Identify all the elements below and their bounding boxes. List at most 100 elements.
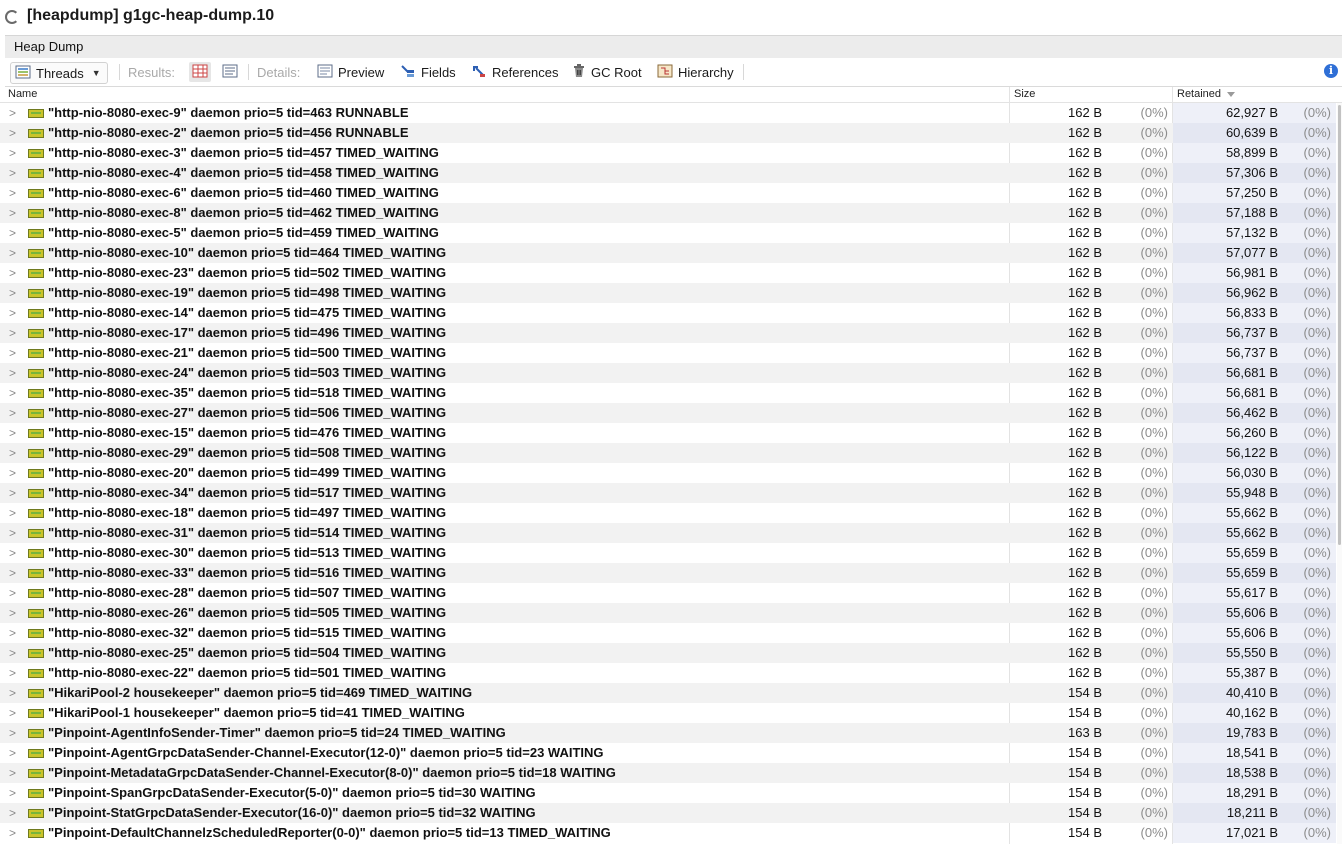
table-row[interactable]: > "http-nio-8080-exec-32" daemon prio=5 t… [0, 623, 1336, 643]
chevron-right-icon[interactable]: > [9, 163, 16, 183]
chevron-right-icon[interactable]: > [9, 563, 16, 583]
chevron-right-icon[interactable]: > [9, 823, 16, 843]
chevron-right-icon[interactable]: > [9, 403, 16, 423]
chevron-right-icon[interactable]: > [9, 483, 16, 503]
table-row[interactable]: > "http-nio-8080-exec-27" daemon prio=5 t… [0, 403, 1336, 423]
table-row[interactable]: > "http-nio-8080-exec-18" daemon prio=5 t… [0, 503, 1336, 523]
retained-percent: (0%) [1303, 225, 1331, 240]
fields-icon [400, 64, 416, 81]
chevron-right-icon[interactable]: > [9, 683, 16, 703]
chevron-right-icon[interactable]: > [9, 243, 16, 263]
table-row[interactable]: > "http-nio-8080-exec-26" daemon prio=5 t… [0, 603, 1336, 623]
table-row[interactable]: > "http-nio-8080-exec-15" daemon prio=5 t… [0, 423, 1336, 443]
chevron-right-icon[interactable]: > [9, 663, 16, 683]
table-row[interactable]: > "http-nio-8080-exec-29" daemon prio=5 t… [0, 443, 1336, 463]
gc-root-button[interactable]: GC Root [572, 62, 642, 82]
table-row[interactable]: > "http-nio-8080-exec-25" daemon prio=5 t… [0, 643, 1336, 663]
thread-icon [28, 409, 44, 418]
table-row[interactable]: > "Pinpoint-DefaultChannelzScheduledRepor… [0, 823, 1336, 843]
chevron-right-icon[interactable]: > [9, 383, 16, 403]
retained-percent: (0%) [1303, 565, 1331, 580]
column-header-size[interactable]: Size [1014, 88, 1035, 100]
chevron-right-icon[interactable]: > [9, 263, 16, 283]
table-row[interactable]: > "HikariPool-1 housekeeper" daemon prio=… [0, 703, 1336, 723]
chevron-right-icon[interactable]: > [9, 643, 16, 663]
chevron-right-icon[interactable]: > [9, 223, 16, 243]
chevron-right-icon[interactable]: > [9, 343, 16, 363]
scrollbar-thumb[interactable] [1338, 105, 1341, 545]
chevron-right-icon[interactable]: > [9, 143, 16, 163]
tab-heap-dump[interactable]: Heap Dump [14, 39, 83, 54]
retained-percent: (0%) [1303, 745, 1331, 760]
table-row[interactable]: > "HikariPool-2 housekeeper" daemon prio=… [0, 683, 1336, 703]
size-value: 162 B [1068, 305, 1102, 320]
chevron-right-icon[interactable]: > [9, 623, 16, 643]
results-list-view-button[interactable] [219, 62, 241, 82]
table-row[interactable]: > "http-nio-8080-exec-19" daemon prio=5 t… [0, 283, 1336, 303]
table-row[interactable]: > "Pinpoint-AgentInfoSender-Timer" daemon… [0, 723, 1336, 743]
preview-button[interactable]: Preview [317, 62, 384, 82]
chevron-right-icon[interactable]: > [9, 703, 16, 723]
table-row[interactable]: > "http-nio-8080-exec-10" daemon prio=5 t… [0, 243, 1336, 263]
table-row[interactable]: > "http-nio-8080-exec-2" daemon prio=5 ti… [0, 123, 1336, 143]
chevron-right-icon[interactable]: > [9, 503, 16, 523]
chevron-right-icon[interactable]: > [9, 303, 16, 323]
table-row[interactable]: > "http-nio-8080-exec-21" daemon prio=5 t… [0, 343, 1336, 363]
table-row[interactable]: > "http-nio-8080-exec-24" daemon prio=5 t… [0, 363, 1336, 383]
chevron-right-icon[interactable]: > [9, 103, 16, 123]
table-row[interactable]: > "http-nio-8080-exec-8" daemon prio=5 ti… [0, 203, 1336, 223]
fields-button[interactable]: Fields [400, 62, 456, 82]
info-icon[interactable]: i [1324, 64, 1338, 78]
vertical-scrollbar[interactable] [1337, 103, 1342, 844]
table-row[interactable]: > "Pinpoint-StatGrpcDataSender-Executor(1… [0, 803, 1336, 823]
table-row[interactable]: > "http-nio-8080-exec-5" daemon prio=5 ti… [0, 223, 1336, 243]
chevron-right-icon[interactable]: > [9, 423, 16, 443]
chevron-right-icon[interactable]: > [9, 743, 16, 763]
chevron-right-icon[interactable]: > [9, 123, 16, 143]
table-row[interactable]: > "http-nio-8080-exec-6" daemon prio=5 ti… [0, 183, 1336, 203]
references-button[interactable]: References [471, 62, 558, 82]
size-value: 154 B [1068, 805, 1102, 820]
table-row[interactable]: > "http-nio-8080-exec-14" daemon prio=5 t… [0, 303, 1336, 323]
size-percent: (0%) [1140, 105, 1168, 120]
retained-value: 55,387 B [1225, 665, 1278, 680]
chevron-right-icon[interactable]: > [9, 463, 16, 483]
chevron-right-icon[interactable]: > [9, 283, 16, 303]
table-row[interactable]: > "Pinpoint-AgentGrpcDataSender-Channel-E… [0, 743, 1336, 763]
chevron-right-icon[interactable]: > [9, 723, 16, 743]
hierarchy-button[interactable]: Hierarchy [657, 62, 734, 82]
table-row[interactable]: > "http-nio-8080-exec-3" daemon prio=5 ti… [0, 143, 1336, 163]
chevron-right-icon[interactable]: > [9, 783, 16, 803]
chevron-right-icon[interactable]: > [9, 603, 16, 623]
table-row[interactable]: > "http-nio-8080-exec-30" daemon prio=5 t… [0, 543, 1336, 563]
chevron-right-icon[interactable]: > [9, 523, 16, 543]
table-row[interactable]: > "http-nio-8080-exec-4" daemon prio=5 ti… [0, 163, 1336, 183]
table-row[interactable]: > "http-nio-8080-exec-31" daemon prio=5 t… [0, 523, 1336, 543]
table-row[interactable]: > "http-nio-8080-exec-20" daemon prio=5 t… [0, 463, 1336, 483]
table-row[interactable]: > "http-nio-8080-exec-28" daemon prio=5 t… [0, 583, 1336, 603]
threads-dropdown[interactable]: Threads ▼ [10, 62, 108, 84]
chevron-right-icon[interactable]: > [9, 363, 16, 383]
column-header-retained[interactable]: Retained [1177, 88, 1236, 100]
table-row[interactable]: > "http-nio-8080-exec-9" daemon prio=5 ti… [0, 103, 1336, 123]
table-row[interactable]: > "http-nio-8080-exec-33" daemon prio=5 t… [0, 563, 1336, 583]
chevron-right-icon[interactable]: > [9, 183, 16, 203]
chevron-right-icon[interactable]: > [9, 443, 16, 463]
retained-value: 57,188 B [1225, 205, 1278, 220]
table-row[interactable]: > "http-nio-8080-exec-35" daemon prio=5 t… [0, 383, 1336, 403]
table-row[interactable]: > "http-nio-8080-exec-34" daemon prio=5 t… [0, 483, 1336, 503]
chevron-right-icon[interactable]: > [9, 763, 16, 783]
table-row[interactable]: > "http-nio-8080-exec-22" daemon prio=5 t… [0, 663, 1336, 683]
column-header-name[interactable]: Name [8, 88, 37, 100]
chevron-right-icon[interactable]: > [9, 803, 16, 823]
table-row[interactable]: > "http-nio-8080-exec-17" daemon prio=5 t… [0, 323, 1336, 343]
table-row[interactable]: > "http-nio-8080-exec-23" daemon prio=5 t… [0, 263, 1336, 283]
chevron-right-icon[interactable]: > [9, 323, 16, 343]
table-row[interactable]: > "Pinpoint-SpanGrpcDataSender-Executor(5… [0, 783, 1336, 803]
table-row[interactable]: > "Pinpoint-MetadataGrpcDataSender-Channe… [0, 763, 1336, 783]
chevron-right-icon[interactable]: > [9, 203, 16, 223]
thread-icon [28, 329, 44, 338]
results-table-view-button[interactable] [189, 62, 211, 82]
chevron-right-icon[interactable]: > [9, 543, 16, 563]
chevron-right-icon[interactable]: > [9, 583, 16, 603]
